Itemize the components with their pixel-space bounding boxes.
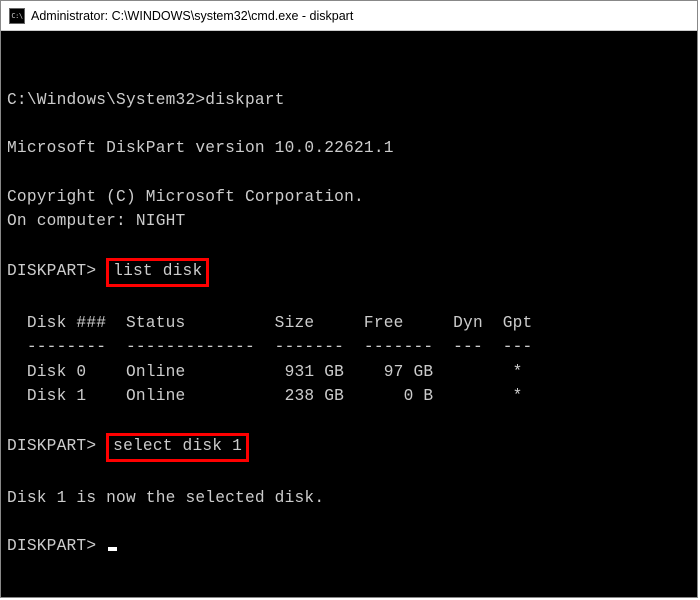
- copyright-line: Copyright (C) Microsoft Corporation.: [7, 188, 364, 206]
- blank-line: [7, 513, 17, 531]
- blank-line: [7, 411, 17, 429]
- titlebar[interactable]: C:\ Administrator: C:\WINDOWS\system32\c…: [1, 1, 697, 31]
- blank-line: [7, 163, 17, 181]
- cmd-icon: C:\: [9, 8, 25, 24]
- terminal-output[interactable]: C:\Windows\System32>diskpart Microsoft D…: [1, 31, 697, 567]
- blank-line: [7, 236, 17, 254]
- computer-line: On computer: NIGHT: [7, 212, 185, 230]
- diskpart-prompt: DISKPART>: [7, 262, 106, 280]
- cmd-icon-label: C:\: [11, 12, 22, 20]
- disk-table-header: Disk ### Status Size Free Dyn Gpt: [7, 314, 532, 332]
- cmd-window: C:\ Administrator: C:\WINDOWS\system32\c…: [0, 0, 698, 598]
- disk-table-divider: -------- ------------- ------- ------- -…: [7, 338, 532, 356]
- diskpart-prompt: DISKPART>: [7, 537, 106, 555]
- cmd-prompt: C:\Windows\System32>: [7, 91, 205, 109]
- blank-line: [7, 465, 17, 483]
- cmd-diskpart: diskpart: [205, 91, 284, 109]
- table-row: Disk 0 Online 931 GB 97 GB *: [7, 363, 523, 381]
- cmd-list-disk-highlight: list disk: [106, 258, 209, 287]
- blank-line: [7, 115, 17, 133]
- blank-line: [7, 66, 17, 84]
- cmd-list-disk: list disk: [113, 262, 202, 280]
- cursor: [108, 547, 117, 551]
- version-line: Microsoft DiskPart version 10.0.22621.1: [7, 139, 394, 157]
- cmd-select-disk-highlight: select disk 1: [106, 433, 249, 462]
- window-title: Administrator: C:\WINDOWS\system32\cmd.e…: [31, 9, 353, 23]
- diskpart-prompt: DISKPART>: [7, 437, 106, 455]
- table-row: Disk 1 Online 238 GB 0 B *: [7, 387, 523, 405]
- blank-line: [7, 290, 17, 308]
- selected-message: Disk 1 is now the selected disk.: [7, 489, 324, 507]
- cmd-select-disk: select disk 1: [113, 437, 242, 455]
